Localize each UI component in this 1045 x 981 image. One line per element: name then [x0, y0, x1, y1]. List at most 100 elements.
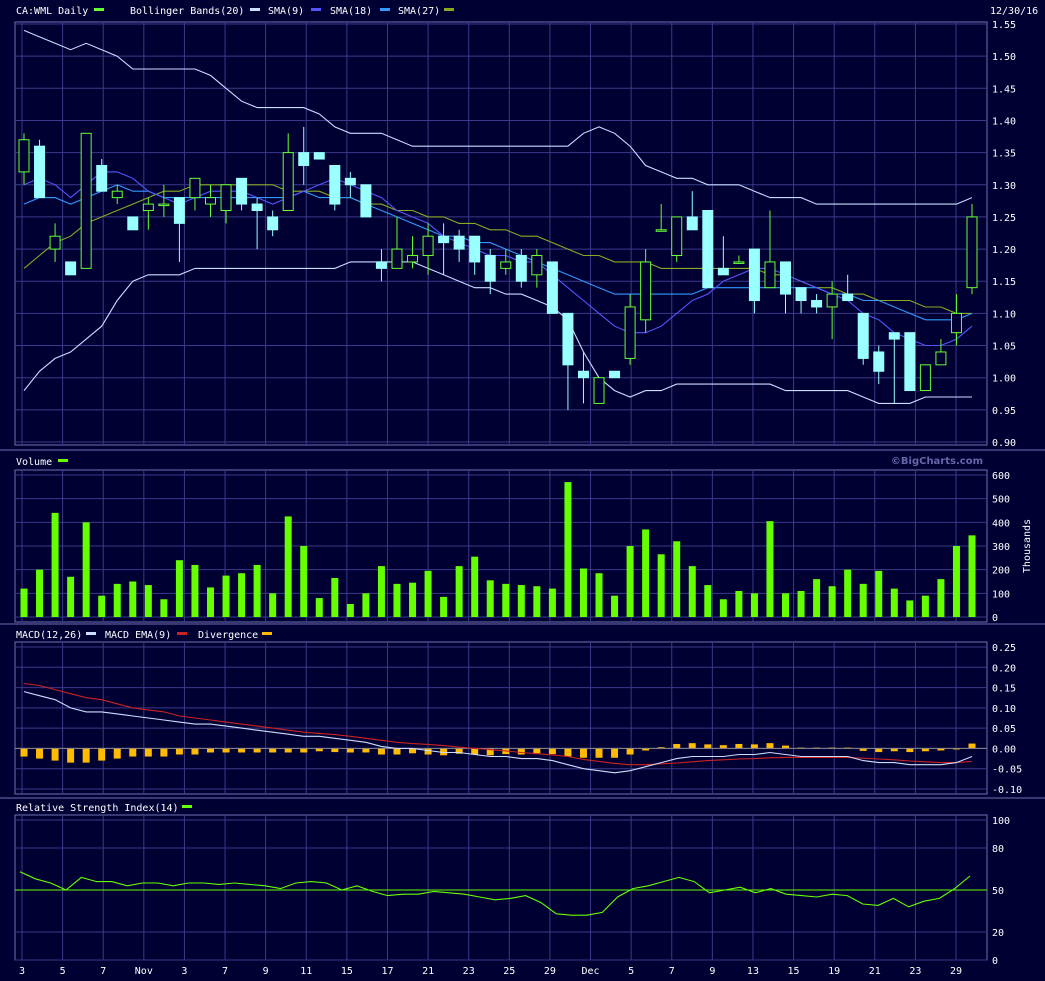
macd-line — [23, 691, 973, 774]
divergence-bar — [36, 748, 44, 759]
candle-body — [34, 145, 46, 199]
divergence-bar — [284, 748, 292, 753]
divergence-bar — [424, 748, 432, 755]
price-plot — [18, 29, 978, 410]
candle-body — [888, 332, 900, 340]
x-tick-label: 7 — [222, 966, 228, 977]
divergence-bar — [253, 748, 261, 753]
divergence-bar — [191, 748, 199, 755]
price-y-tick-label: 1.00 — [992, 374, 1016, 385]
divergence-bar — [82, 748, 90, 763]
volume-bar — [611, 595, 619, 617]
volume-bar — [688, 566, 696, 617]
volume-bar — [269, 593, 277, 617]
x-tick-label: 7 — [669, 966, 675, 977]
volume-legend-label: Volume — [16, 457, 52, 468]
volume-bar — [455, 566, 463, 617]
candle-body — [298, 152, 310, 166]
divergence-bar — [20, 748, 28, 757]
volume-y-tick-label: 0 — [992, 613, 998, 624]
candle-body — [251, 203, 263, 211]
candle-body — [158, 203, 170, 207]
candle-body — [18, 139, 30, 173]
x-tick-label: 11 — [300, 966, 312, 977]
volume-bar — [968, 535, 976, 617]
rsi-y-tick-label: 0 — [992, 956, 998, 967]
volume-y-tick-label: 100 — [992, 589, 1010, 600]
volume-bar — [750, 593, 758, 617]
x-tick-label: 7 — [100, 966, 106, 977]
rsi-line — [19, 871, 971, 916]
divergence-bar — [67, 748, 75, 763]
volume-bar — [813, 579, 821, 617]
candle-body — [236, 177, 248, 205]
divergence-bar — [206, 748, 214, 753]
candle-body — [671, 216, 683, 257]
divergence-bar — [144, 748, 152, 757]
stock-chart: 3 5 7 Nov 3 7 9 11 15 17 21 23 25 29 Dec 5 7 9 13 15 19 21 23 2… — [0, 6, 1045, 977]
candle-body — [96, 164, 108, 192]
volume-bar — [206, 587, 214, 617]
x-tick-label: 17 — [381, 966, 393, 977]
price-y-tick-label: 1.50 — [992, 52, 1016, 63]
volume-bar — [238, 573, 246, 617]
macd-y-tick-label: 0.15 — [992, 684, 1016, 695]
watermark: ©BigCharts.com — [891, 456, 983, 467]
candle-body — [360, 184, 372, 218]
candle-body — [717, 267, 729, 276]
candle-body — [282, 152, 294, 211]
rsi-legend-swatch — [182, 805, 192, 808]
volume-plot — [20, 482, 976, 617]
x-tick-label: 21 — [869, 966, 881, 977]
divergence-bar — [735, 743, 743, 749]
divergence-bar — [175, 748, 183, 755]
x-tick-label: 25 — [503, 966, 515, 977]
candle-body — [873, 351, 885, 372]
divergence-bar — [673, 743, 681, 749]
price-y-tick-label: 0.95 — [992, 406, 1016, 417]
x-tick-label: 15 — [788, 966, 800, 977]
divergence-bar — [517, 748, 525, 755]
macd-panel-frame — [14, 641, 988, 795]
volume-bar — [362, 593, 370, 617]
volume-y-tick-label: 200 — [992, 566, 1010, 577]
volume-bar — [36, 569, 44, 617]
volume-bar — [766, 521, 774, 617]
volume-bar — [890, 588, 898, 617]
macd-y-tick-label: 0.20 — [992, 663, 1016, 674]
divergence-bar — [579, 748, 587, 758]
macd-y-tick-label: -0.10 — [992, 785, 1022, 796]
candle-body — [453, 235, 465, 250]
volume-bar — [517, 585, 525, 617]
volume-bar — [859, 583, 867, 617]
candle-body — [375, 261, 387, 269]
macd-legend-swatch — [86, 632, 96, 635]
candle-body — [950, 312, 962, 334]
volume-bar — [502, 583, 510, 617]
divergence-bar — [51, 748, 59, 761]
candle-body — [733, 261, 745, 264]
volume-bar — [595, 573, 603, 617]
x-tick-label: 21 — [422, 966, 434, 977]
bollinger-lower-line — [23, 261, 972, 404]
x-tick-label: 29 — [544, 966, 556, 977]
candle-body — [842, 293, 854, 302]
candle-body — [935, 351, 947, 366]
volume-bar — [797, 590, 805, 617]
candle-body — [111, 190, 123, 199]
volume-bar — [191, 564, 199, 617]
price-y-tick-label: 1.35 — [992, 149, 1016, 160]
x-tick-label: 5 — [628, 966, 634, 977]
divergence-bar — [300, 748, 308, 753]
volume-bar — [782, 593, 790, 617]
price-y-tick-label: 1.05 — [992, 342, 1016, 353]
volume-bar — [657, 554, 665, 617]
bollinger-legend-swatch — [250, 8, 260, 11]
sma18-legend-swatch — [380, 8, 390, 11]
candle-body — [407, 255, 419, 263]
candle-body — [748, 248, 760, 302]
volume-bar — [331, 577, 339, 617]
candle-body — [65, 261, 77, 276]
divergence-legend-label: Divergence — [198, 630, 258, 641]
price-y-tick-label: 1.30 — [992, 181, 1016, 192]
